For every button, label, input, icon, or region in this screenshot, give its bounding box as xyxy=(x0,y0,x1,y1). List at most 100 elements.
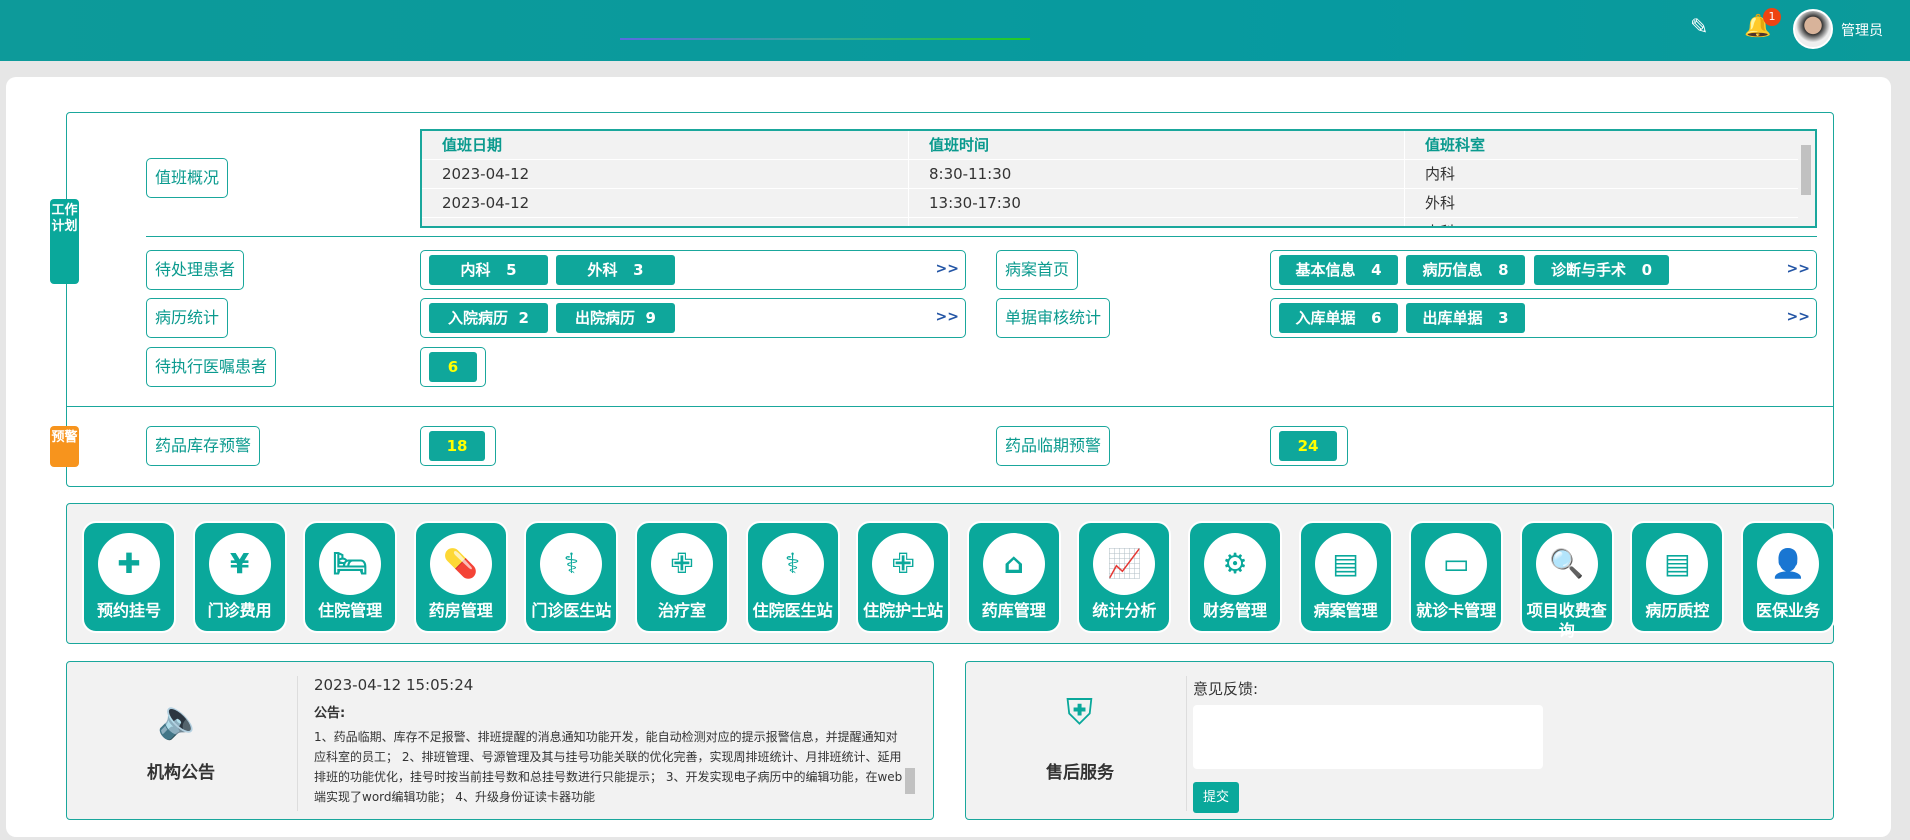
duty-overview-label[interactable]: 值班概况 xyxy=(146,158,229,198)
submit-button[interactable]: 提交 xyxy=(1193,782,1239,813)
avatar[interactable] xyxy=(1793,9,1833,49)
app-label: 住院护士站 xyxy=(863,601,944,620)
app-tile[interactable]: ✙ 治疗室 xyxy=(635,521,729,633)
top-header: ✎ 🔔 1 管理员 xyxy=(0,0,1910,61)
cell: 外科 xyxy=(1405,189,1815,217)
app-tile[interactable]: ▤ 病案管理 xyxy=(1298,521,1393,633)
expiry-warning-label[interactable]: 药品临期预警 xyxy=(996,426,1111,466)
app-label: 门诊费用 xyxy=(207,601,272,620)
pending-orders-count[interactable]: 6 xyxy=(429,352,477,382)
table-row: 2023-04-12 8:30-11:30 内科 xyxy=(422,160,1815,189)
stock-warning-box: 18 xyxy=(420,426,496,466)
app-label: 住院管理 xyxy=(318,601,383,620)
pending-internal-button[interactable]: 内科 5 xyxy=(429,255,548,285)
bed-icon: 🛏 xyxy=(319,533,382,595)
stock-warning-label[interactable]: 药品库存预警 xyxy=(146,426,261,466)
pill-icon: 💊 xyxy=(429,533,492,595)
user-name[interactable]: 管理员 xyxy=(1841,20,1883,40)
chart-icon: 📈 xyxy=(1093,533,1156,595)
megaphone-icon: 🔈 xyxy=(157,697,205,741)
cell: 内科 xyxy=(1405,218,1815,226)
inbound-doc-button[interactable]: 入库单据 6 xyxy=(1279,303,1398,333)
app-label: 病案管理 xyxy=(1313,601,1378,620)
app-label: 财务管理 xyxy=(1202,601,1267,620)
app-label: 统计分析 xyxy=(1092,601,1157,620)
app-tile[interactable]: 🛏 住院管理 xyxy=(303,521,398,633)
yen-icon: ¥ xyxy=(208,533,271,595)
doc-audit-label[interactable]: 单据审核统计 xyxy=(996,298,1111,338)
doctor-desk-icon: ⚕ xyxy=(761,533,824,595)
basic-info-button[interactable]: 基本信息 4 xyxy=(1279,255,1398,285)
notice-heading: 公告: xyxy=(314,706,346,721)
app-tile[interactable]: ✙ 住院护士站 xyxy=(856,521,951,633)
app-tile[interactable]: 👤 医保业务 xyxy=(1741,521,1835,633)
expiry-warning-box: 24 xyxy=(1270,426,1348,466)
app-label: 门诊医生站 xyxy=(531,601,612,620)
notice-body[interactable]: 1、药品临期、库存不足报警、排班提醒的消息通知功能开发，能自动检测对应的提示报警… xyxy=(314,727,927,807)
col-dept: 值班科室 xyxy=(1405,131,1815,159)
cell: 2023-04-12 xyxy=(422,189,909,217)
pending-orders-label[interactable]: 待执行医嘱患者 xyxy=(146,347,277,387)
pending-orders-box: 6 xyxy=(420,347,486,387)
outbound-doc-button[interactable]: 出库单据 3 xyxy=(1406,303,1525,333)
more-link[interactable]: >> xyxy=(936,261,959,277)
app-tile[interactable]: 💊 药房管理 xyxy=(413,521,508,633)
app-label: 预约挂号 xyxy=(96,601,161,620)
app-label: 药库管理 xyxy=(981,601,1046,620)
app-tile[interactable]: ⌂ 药库管理 xyxy=(966,521,1061,633)
expiry-warning-count[interactable]: 24 xyxy=(1279,431,1337,461)
notice-title: 机构公告 xyxy=(147,763,215,783)
diagnosis-surgery-button[interactable]: 诊断与手术 0 xyxy=(1534,255,1669,285)
app-tile[interactable]: ⚕ 门诊医生站 xyxy=(524,521,619,633)
warehouse-icon: ⌂ xyxy=(982,533,1045,595)
app-label: 病历质控 xyxy=(1645,601,1710,620)
stock-warning-count[interactable]: 18 xyxy=(429,431,485,461)
duty-table: 值班日期 值班时间 值班科室 2023-04-12 8:30-11:30 内科 20… xyxy=(420,129,1817,228)
notice-content: 2023-04-12 15:05:24 公告: 1、药品临期、库存不足报警、排班… xyxy=(297,676,927,811)
notice-panel: 🔈 机构公告 2023-04-12 15:05:24 公告: 1、药品临期、库存… xyxy=(66,661,934,820)
pending-patients-label[interactable]: 待处理患者 xyxy=(146,250,245,290)
cell: 内科 xyxy=(1405,160,1815,188)
app-label: 项目收费查询 xyxy=(1526,601,1607,640)
record-home-label[interactable]: 病案首页 xyxy=(996,250,1079,290)
record-stats-label[interactable]: 病历统计 xyxy=(146,298,229,338)
app-tile[interactable]: 📈 统计分析 xyxy=(1077,521,1172,633)
more-link[interactable]: >> xyxy=(1787,309,1810,325)
notice-scrollbar[interactable] xyxy=(905,768,915,794)
table-scrollbar[interactable] xyxy=(1798,131,1815,226)
cell: 13:30-17:30 xyxy=(909,189,1405,217)
record-stats-row: 入院病历 2 出院病历 9 >> xyxy=(420,298,966,338)
admission-record-button[interactable]: 入院病历 2 xyxy=(429,303,548,333)
insurance-card-icon: 👤 xyxy=(1757,533,1819,595)
app-tile[interactable]: ¥ 门诊费用 xyxy=(192,521,287,633)
app-tile[interactable]: ✚ 预约挂号 xyxy=(82,521,176,633)
ecg-decoration xyxy=(620,38,1030,40)
search-doc-icon: 🔍 xyxy=(1535,533,1598,595)
app-tile[interactable]: 🔍 项目收费查询 xyxy=(1519,521,1614,640)
more-link[interactable]: >> xyxy=(1787,261,1810,277)
app-tile[interactable]: ⚙ 财务管理 xyxy=(1188,521,1282,633)
feedback-label: 意见反馈: xyxy=(1193,680,1259,698)
app-tile[interactable]: ▭ 就诊卡管理 xyxy=(1409,521,1504,633)
app-label: 医保业务 xyxy=(1755,601,1820,620)
col-date: 值班日期 xyxy=(422,131,909,159)
discharge-record-button[interactable]: 出院病历 9 xyxy=(556,303,675,333)
record-info-button[interactable]: 病历信息 8 xyxy=(1406,255,1525,285)
app-tile[interactable]: ▤ 病历质控 xyxy=(1630,521,1725,633)
feedback-input[interactable] xyxy=(1193,705,1543,769)
divider xyxy=(146,236,1817,237)
app-shortcuts-panel: ✚ 预约挂号 ¥ 门诊费用 🛏 住院管理 💊 药房管理 ⚕ 门诊医生站 ✙ 治疗室 ⚕ 住院医生站 ✙ 住院护… xyxy=(66,503,1835,644)
tab-warning[interactable]: 预警 xyxy=(50,426,79,467)
table-row: 2023-04-12 13:30-17:30 外科 xyxy=(422,189,1815,218)
notification-badge: 1 xyxy=(1763,8,1781,26)
cell: 13:30-17:30 xyxy=(909,218,1405,226)
card-icon: ▭ xyxy=(1425,533,1488,595)
app-tile[interactable]: ⚕ 住院医生站 xyxy=(745,521,840,633)
pending-surgery-button[interactable]: 外科 3 xyxy=(556,255,675,285)
divider xyxy=(66,406,1834,407)
more-link[interactable]: >> xyxy=(936,309,959,325)
record-home-row: 基本信息 4 病历信息 8 诊断与手术 0 >> xyxy=(1270,250,1817,290)
pending-patients-row: 内科 5 外科 3 >> xyxy=(420,250,966,290)
edit-icon[interactable]: ✎ xyxy=(1690,15,1708,40)
tab-work-plan[interactable]: 工作计划 xyxy=(50,199,79,284)
